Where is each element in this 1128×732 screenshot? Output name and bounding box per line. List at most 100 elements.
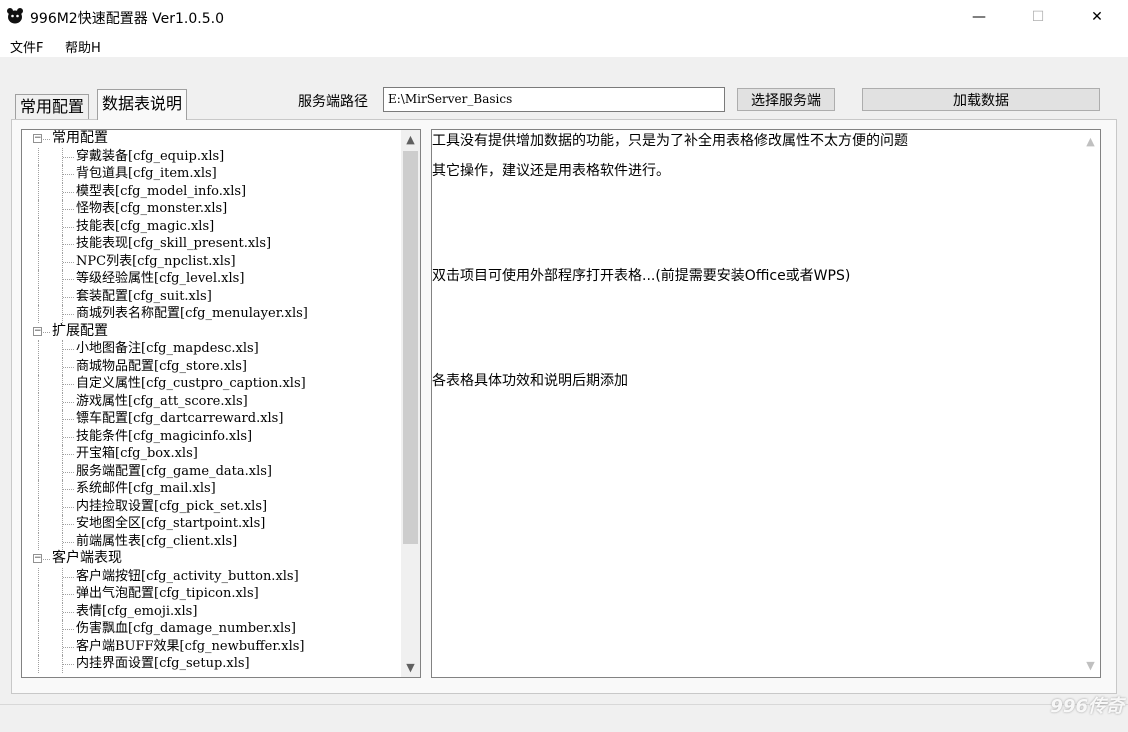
- tree-connector: [63, 384, 74, 385]
- window-title: 996M2快速配置器 Ver1.0.5.0: [30, 11, 224, 27]
- server-path-label: 服务端路径: [298, 94, 368, 110]
- scroll-up-arrow-icon[interactable]: ▲: [401, 130, 420, 149]
- tree-connector: [38, 305, 39, 323]
- watermark: 996传奇: [1050, 696, 1124, 717]
- collapse-minus-icon[interactable]: −: [33, 554, 42, 563]
- tree-item[interactable]: 伤害飘血[cfg_damage_number.xls]: [22, 620, 402, 638]
- tree-item[interactable]: 镖车配置[cfg_dartcarreward.xls]: [22, 410, 402, 428]
- tree-item[interactable]: 商城物品配置[cfg_store.xls]: [22, 357, 402, 375]
- tree-item-label: 商城列表名称配置[cfg_menulayer.xls]: [76, 306, 308, 321]
- tree-connector: [43, 139, 50, 140]
- desc-scroll-up-icon[interactable]: ▲: [1081, 132, 1100, 151]
- tree-connector: [38, 392, 39, 410]
- tree-connector: [38, 200, 39, 218]
- desc-scroll-down-icon[interactable]: ▼: [1081, 656, 1100, 675]
- tree-connector: [38, 602, 39, 620]
- select-server-button[interactable]: 选择服务端: [737, 88, 835, 111]
- tree-item[interactable]: 客户端BUFF效果[cfg_newbuffer.xls]: [22, 637, 402, 655]
- tree-connector: [63, 524, 74, 525]
- tree-item[interactable]: 技能表现[cfg_skill_present.xls]: [22, 235, 402, 253]
- app-bear-icon: [7, 8, 23, 24]
- tree-connector: [38, 620, 39, 638]
- tree-connector: [38, 445, 39, 463]
- tree-connector: [38, 357, 39, 375]
- tree-group[interactable]: − 常用配置: [22, 130, 402, 148]
- tree-content: − 常用配置 穿戴装备[cfg_equip.xls] 背包道具[cfg_item.xl…: [22, 130, 402, 673]
- tree-item-label: 开宝箱[cfg_box.xls]: [76, 446, 198, 461]
- tree-connector: [63, 541, 74, 543]
- tree-item[interactable]: 弹出气泡配置[cfg_tipicon.xls]: [22, 585, 402, 603]
- tree-group-label: 客户端表现: [52, 550, 122, 566]
- tab-table-description[interactable]: 数据表说明: [97, 89, 188, 120]
- tree-item[interactable]: 服务端配置[cfg_game_data.xls]: [22, 462, 402, 480]
- tree-item[interactable]: 表情[cfg_emoji.xls]: [22, 602, 402, 620]
- collapse-minus-icon[interactable]: −: [33, 326, 42, 336]
- tree-item-label: 技能条件[cfg_magicinfo.xls]: [76, 428, 253, 444]
- tree-item[interactable]: 游戏属性[cfg_att_score.xls]: [22, 392, 402, 410]
- tree-connector: [38, 515, 39, 533]
- tree-item[interactable]: 安地图全区[cfg_startpoint.xls]: [22, 515, 402, 533]
- tree-item[interactable]: NPC列表[cfg_npclist.xls]: [22, 252, 402, 270]
- tree-item[interactable]: 套装配置[cfg_suit.xls]: [22, 287, 402, 305]
- tree-connector: [38, 427, 39, 445]
- tree-connector: [63, 629, 74, 630]
- description-scrollbar[interactable]: ▲ ▼: [1081, 130, 1100, 677]
- tree-item-label: 技能表现[cfg_skill_present.xls]: [76, 236, 272, 251]
- tree-connector: [38, 532, 39, 550]
- tree-item-label: 伤害飘血[cfg_damage_number.xls]: [76, 621, 296, 636]
- tree-item[interactable]: 内挂界面设置[cfg_setup.xls]: [22, 655, 402, 673]
- tree-item[interactable]: 等级经验属性[cfg_level.xls]: [22, 270, 402, 288]
- server-path-input[interactable]: E:\MirServer_Basics: [383, 87, 725, 112]
- tree-connector: [63, 489, 74, 490]
- tree-item-label: 背包道具[cfg_item.xls]: [76, 166, 217, 181]
- config-tree[interactable]: − 常用配置 穿戴装备[cfg_equip.xls] 背包道具[cfg_item.xl…: [21, 129, 421, 678]
- tree-item-label: 模型表[cfg_model_info.xls]: [76, 183, 247, 199]
- close-button[interactable]: ✕: [1068, 0, 1126, 33]
- scroll-down-arrow-icon[interactable]: ▼: [401, 658, 420, 677]
- collapse-minus-icon[interactable]: −: [33, 134, 42, 143]
- tree-connector: [63, 594, 74, 595]
- tree-item[interactable]: 前端属性表[cfg_client.xls]: [22, 532, 402, 550]
- menu-help[interactable]: 帮助H: [65, 37, 101, 56]
- tree-connector: [63, 209, 74, 210]
- maximize-button[interactable]: ☐: [1009, 0, 1067, 33]
- load-data-button[interactable]: 加载数据: [862, 88, 1100, 111]
- tree-group[interactable]: − 扩展配置: [22, 323, 402, 341]
- tree-item[interactable]: 客户端按钮[cfg_activity_button.xls]: [22, 567, 402, 585]
- tree-item[interactable]: 开宝箱[cfg_box.xls]: [22, 445, 402, 463]
- tree-item[interactable]: 穿戴装备[cfg_equip.xls]: [22, 147, 402, 165]
- tree-item[interactable]: 小地图备注[cfg_mapdesc.xls]: [22, 340, 402, 358]
- tree-item-label: 穿戴装备[cfg_equip.xls]: [76, 148, 225, 164]
- tree-connector: [43, 559, 50, 560]
- tree-connector: [63, 419, 74, 420]
- menu-file[interactable]: 文件F: [10, 37, 43, 56]
- scroll-thumb[interactable]: [403, 151, 418, 544]
- tree-group[interactable]: − 客户端表现: [22, 550, 402, 568]
- tree-connector: [63, 506, 74, 508]
- tree-connector: [63, 244, 74, 245]
- tree-connector: [38, 235, 39, 253]
- tree-item[interactable]: 系统邮件[cfg_mail.xls]: [22, 480, 402, 498]
- tree-scrollbar[interactable]: ▲ ▼: [401, 130, 420, 677]
- tree-item-label: 游戏属性[cfg_att_score.xls]: [76, 393, 248, 409]
- menu-bar: 文件F 帮助H: [0, 33, 1128, 57]
- tree-item-label: 安地图全区[cfg_startpoint.xls]: [76, 516, 266, 531]
- tree-item[interactable]: 背包道具[cfg_item.xls]: [22, 165, 402, 183]
- tree-group-label: 扩展配置: [52, 322, 108, 339]
- tree-item[interactable]: 怪物表[cfg_monster.xls]: [22, 200, 402, 218]
- tree-item[interactable]: 内挂捡取设置[cfg_pick_set.xls]: [22, 497, 402, 515]
- tree-connector: [38, 375, 39, 393]
- tree-item[interactable]: 技能表[cfg_magic.xls]: [22, 217, 402, 235]
- tree-connector: [38, 252, 39, 270]
- tree-item[interactable]: 商城列表名称配置[cfg_menulayer.xls]: [22, 305, 402, 323]
- tab-common-config[interactable]: 常用配置: [15, 94, 90, 120]
- tree-connector: [63, 646, 74, 648]
- tree-item[interactable]: 技能条件[cfg_magicinfo.xls]: [22, 427, 402, 445]
- description-line-1: 工具没有提供增加数据的功能，只是为了补全用表格修改属性不太方便的问题: [432, 133, 908, 149]
- tree-item[interactable]: 模型表[cfg_model_info.xls]: [22, 182, 402, 200]
- minimize-button[interactable]: —: [950, 0, 1008, 33]
- tree-connector: [38, 165, 39, 183]
- tree-item[interactable]: 自定义属性[cfg_custpro_caption.xls]: [22, 375, 402, 393]
- description-textbox[interactable]: 工具没有提供增加数据的功能，只是为了补全用表格修改属性不太方便的问题 其它操作，…: [431, 129, 1101, 678]
- tree-connector: [63, 314, 74, 315]
